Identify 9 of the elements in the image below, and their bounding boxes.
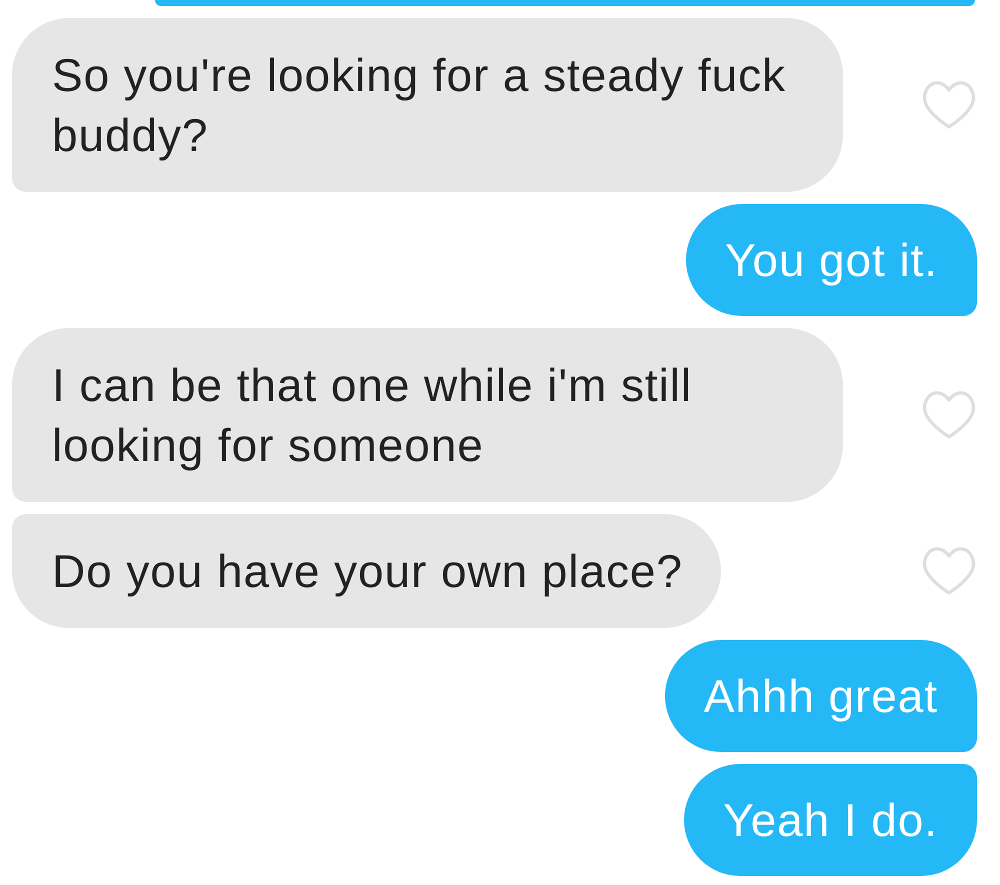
message-bubble: Ahhh great [664, 640, 977, 752]
heart-icon[interactable] [922, 81, 976, 129]
heart-icon[interactable] [922, 391, 976, 439]
message-bubble: You got it. [686, 204, 977, 316]
heart-icon[interactable] [922, 547, 976, 595]
message-bubble: So you're looking for a steady fuck buddy? [12, 18, 843, 192]
message-bubble: I can be that one while i'm still looking for someone [12, 328, 843, 502]
message-bubble: Yeah I do. [684, 764, 977, 876]
message-bubble: Do you have your own place? [12, 514, 721, 628]
